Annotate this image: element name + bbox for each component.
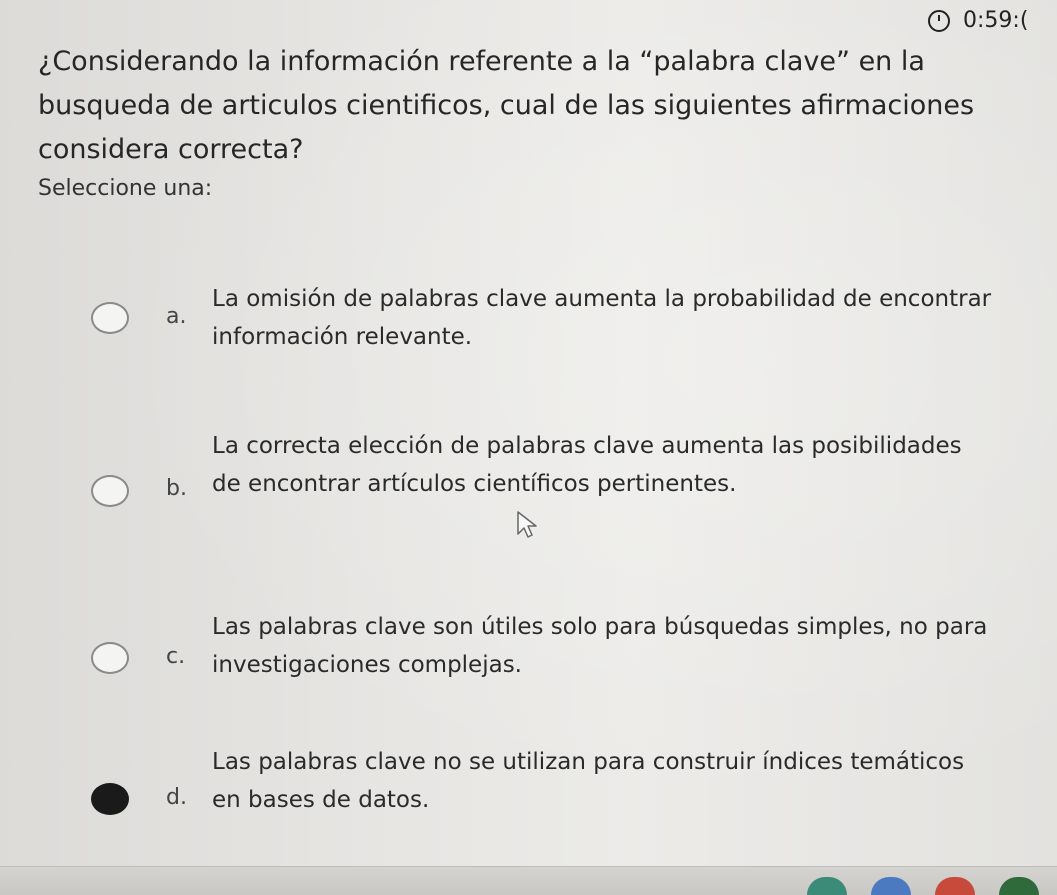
option-c[interactable]: c. Las palabras clave son útiles solo pa…: [88, 604, 1018, 734]
option-text: La correcta elección de palabras clave a…: [212, 433, 962, 497]
radio-option-a[interactable]: [91, 302, 129, 334]
option-text: La omisión de palabras clave aumenta la …: [212, 286, 992, 350]
option-b[interactable]: b. La correcta elección de palabras clav…: [88, 425, 1018, 555]
taskbar-icons: [807, 877, 1039, 895]
mouse-cursor-icon: [517, 511, 537, 538]
option-d[interactable]: d. Las palabras clave no se utilizan par…: [88, 743, 1018, 873]
option-letter: a.: [166, 304, 187, 329]
timer-value: 0:59:(: [963, 8, 1029, 33]
option-letter: b.: [166, 476, 187, 501]
option-letter: d.: [166, 785, 187, 810]
option-letter: c.: [166, 644, 186, 669]
radio-option-c[interactable]: [91, 642, 129, 674]
clock-icon: [928, 9, 950, 32]
taskbar: [0, 866, 1057, 895]
option-text: Las palabras clave son útiles solo para …: [212, 614, 988, 678]
question-text: ¿Considerando la información referente a…: [38, 46, 975, 165]
radio-option-b[interactable]: [91, 475, 129, 507]
app-icon[interactable]: [999, 877, 1039, 895]
app-icon[interactable]: [871, 877, 911, 895]
app-icon[interactable]: [935, 877, 975, 895]
app-icon[interactable]: [807, 877, 847, 895]
option-a[interactable]: a. La omisión de palabras clave aumenta …: [88, 280, 1018, 410]
radio-option-d[interactable]: [91, 783, 129, 815]
option-text: Las palabras clave no se utilizan para c…: [212, 749, 965, 813]
quiz-timer: 0:59:(: [927, 8, 1028, 33]
select-one-prompt: Seleccione una:: [38, 176, 213, 201]
